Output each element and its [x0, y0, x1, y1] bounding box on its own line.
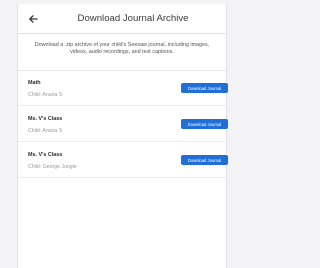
- download-journal-button[interactable]: Download Journal: [181, 83, 228, 93]
- child-name: Child: Anaria S: [28, 128, 63, 134]
- download-archive-panel: Download Journal Archive Download a .zip…: [17, 4, 228, 268]
- class-list: Math Child: Anaria S Download Journal Ms…: [18, 70, 228, 194]
- archive-description: Download a .zip archive of your child's …: [34, 42, 210, 55]
- class-name: Ms. V's Class: [28, 116, 63, 122]
- back-button[interactable]: [26, 12, 40, 26]
- class-row: Ms. V's Class Child: George Jungle Downl…: [18, 143, 228, 178]
- back-arrow-icon: [29, 15, 38, 23]
- child-name: Child: George Jungle: [28, 164, 77, 170]
- header-bar: Download Journal Archive: [18, 4, 226, 34]
- class-row: Ms. V's Class Child: Anaria S Download J…: [18, 107, 228, 142]
- child-name: Child: Anaria S: [28, 92, 63, 98]
- download-journal-button[interactable]: Download Journal: [181, 155, 228, 165]
- class-name: Ms. V's Class: [28, 152, 63, 158]
- download-journal-button[interactable]: Download Journal: [181, 119, 228, 129]
- class-row: Math Child: Anaria S Download Journal: [18, 71, 228, 106]
- class-name: Math: [28, 80, 41, 86]
- page-title: Download Journal Archive: [77, 13, 189, 24]
